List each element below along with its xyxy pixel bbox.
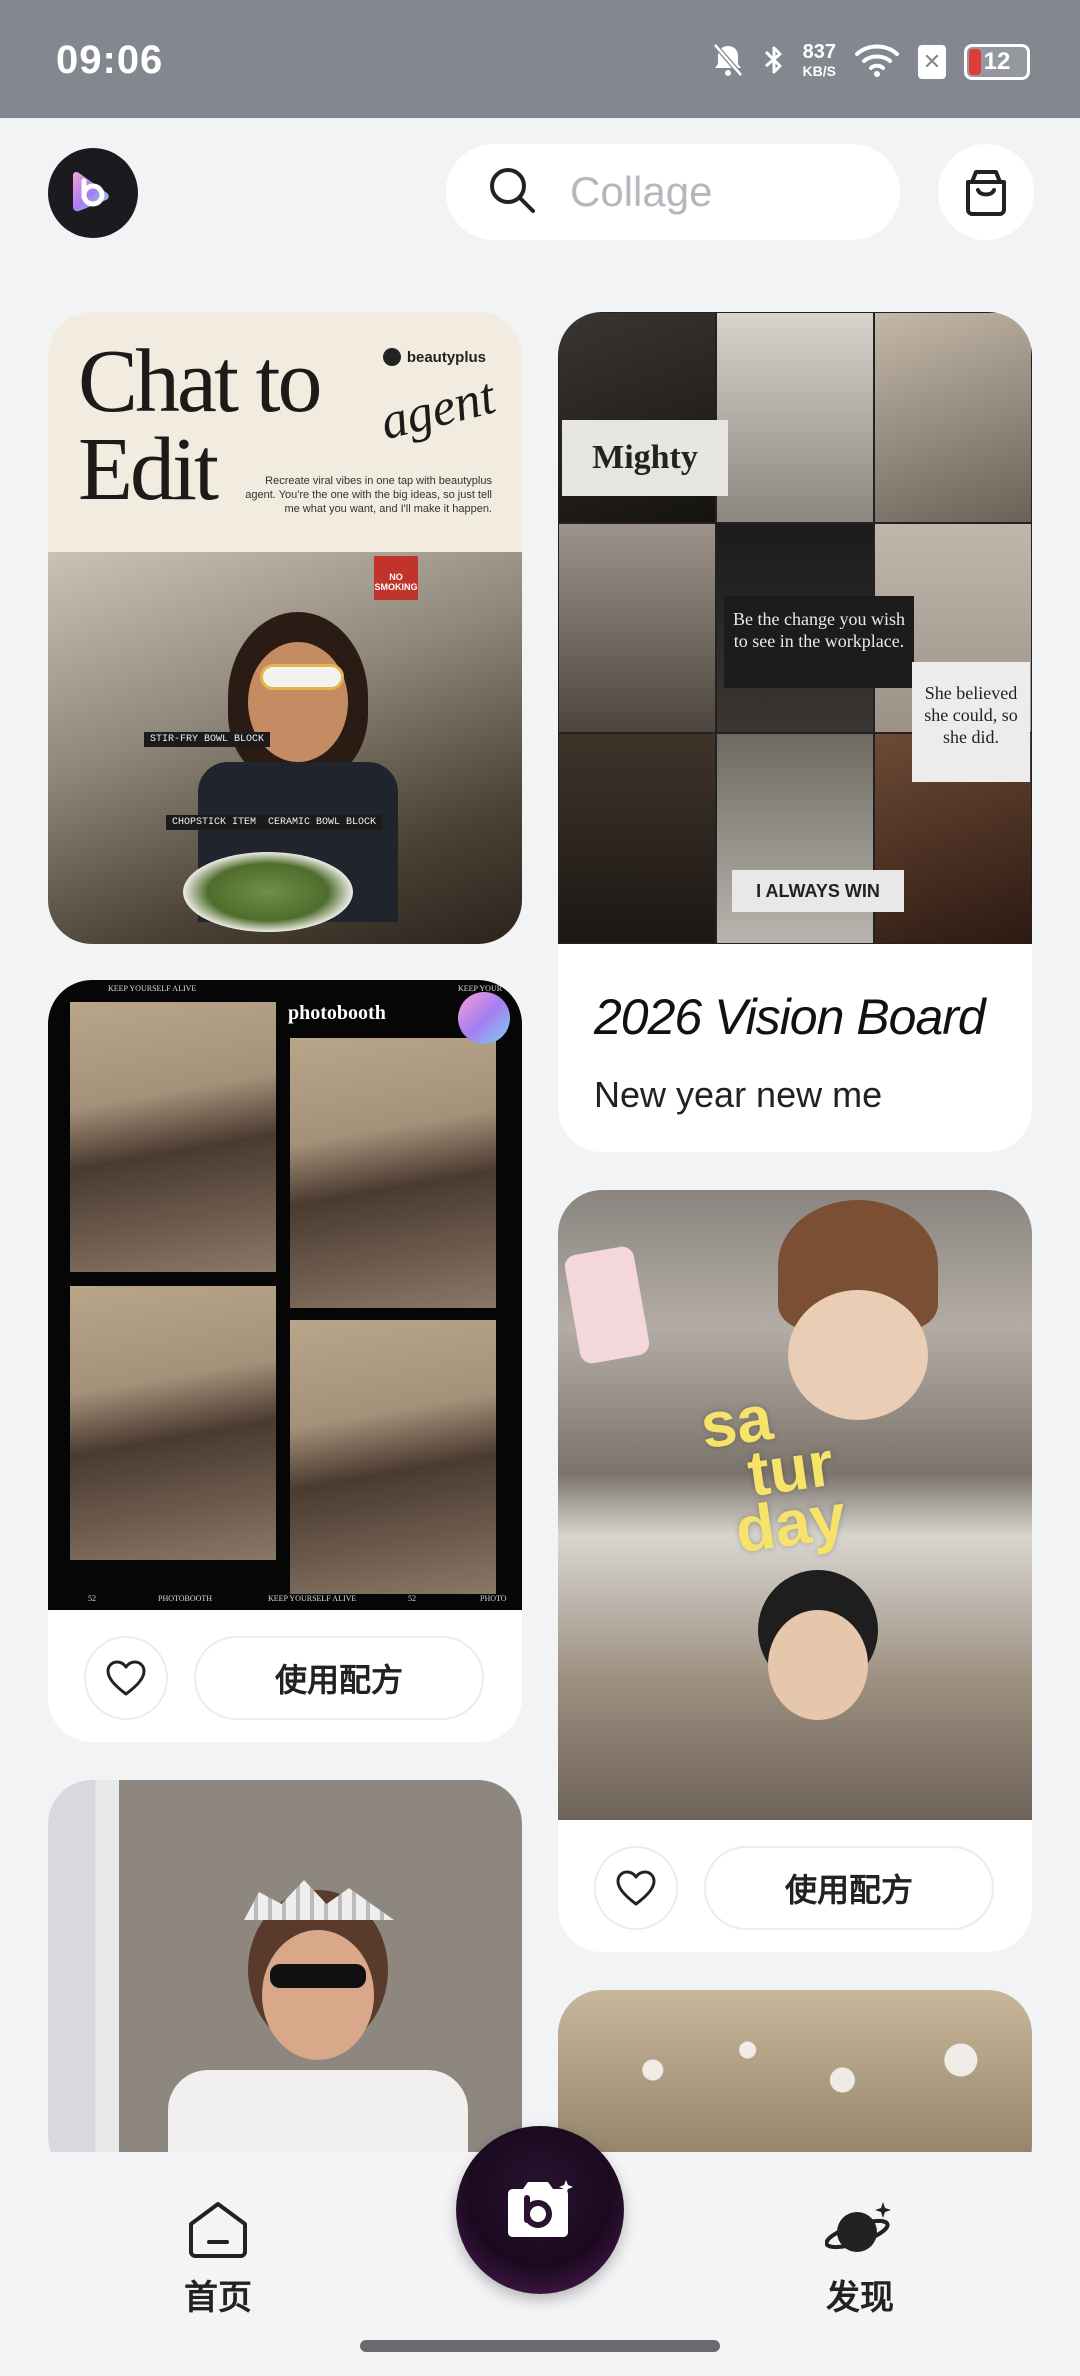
- battery-icon: 12: [964, 44, 1030, 80]
- photo-tag: CHOPSTICK ITEM: [166, 815, 263, 830]
- nav-discover[interactable]: 发现: [800, 2198, 920, 2319]
- camera-fab-button[interactable]: [456, 2126, 624, 2294]
- card-title: 2026 Vision Board: [594, 989, 986, 1045]
- bowl-graphic: [183, 852, 353, 932]
- shopping-bag-icon[interactable]: [938, 144, 1034, 240]
- search-input[interactable]: Collage: [570, 168, 712, 216]
- like-button[interactable]: [594, 1846, 678, 1930]
- no-sim-icon: ✕: [918, 45, 946, 79]
- photo-tag: CERAMIC BOWL BLOCK: [262, 815, 383, 830]
- feed-card-chat-to-edit[interactable]: Chat to Edit beautyplus agent Recreate v…: [48, 312, 522, 944]
- collage-quote: She believed she could, so she did.: [912, 662, 1030, 782]
- saturday-image: sa tur day: [558, 1190, 1032, 1820]
- wifi-icon: [854, 42, 900, 83]
- home-icon: [189, 2202, 247, 2258]
- photobooth-image: KEEP YOURSELF ALIVE KEEP YOUR photobooth…: [48, 980, 522, 1610]
- feed-card-vision-board[interactable]: Mighty Be the change you wish to see in …: [558, 312, 1032, 1152]
- card-photo: NO SMOKING: [48, 552, 522, 944]
- collage-quote: Be the change you wish to see in the wor…: [724, 596, 914, 688]
- network-speed: 837 KB/S: [802, 41, 836, 79]
- card-subtitle: New year new me: [594, 1074, 883, 1115]
- card-actions: 使用配方: [594, 1846, 994, 1930]
- nav-home-label: 首页: [184, 2279, 252, 2317]
- feed-card-partial[interactable]: [48, 1780, 522, 2180]
- camera-icon: [508, 2180, 573, 2237]
- brand-label: beautyplus: [382, 348, 486, 366]
- use-recipe-button[interactable]: 使用配方: [704, 1846, 994, 1930]
- collage-quote: I ALWAYS WIN: [732, 870, 904, 912]
- photo-tag: STIR-FRY BOWL BLOCK: [144, 732, 271, 747]
- status-time: 09:06: [56, 38, 164, 82]
- mute-icon: [711, 42, 745, 83]
- app-logo-icon[interactable]: [48, 148, 138, 238]
- planet-icon: [825, 2202, 891, 2252]
- card-description: Recreate viral vibes in one tap with bea…: [245, 475, 492, 515]
- card-actions: 使用配方: [84, 1636, 484, 1720]
- status-icons: 837 KB/S ✕ 12: [711, 38, 1030, 86]
- photobooth-label: photobooth: [288, 1002, 386, 1024]
- card-banner: Chat to Edit beautyplus agent Recreate v…: [48, 312, 522, 552]
- like-button[interactable]: [84, 1636, 168, 1720]
- status-bar: 09:06 837 KB/S ✕ 12: [0, 0, 1080, 118]
- app-badge-icon: [458, 992, 510, 1044]
- use-recipe-button[interactable]: 使用配方: [194, 1636, 484, 1720]
- nav-discover-label: 发现: [826, 2279, 894, 2317]
- search-icon: [486, 164, 538, 221]
- search-bar[interactable]: Collage: [446, 144, 900, 240]
- sign-label: NO SMOKING: [374, 556, 418, 600]
- home-indicator: [360, 2340, 720, 2352]
- accent-text: agent: [375, 367, 502, 452]
- card-photo: [48, 1780, 522, 2180]
- feed-card-photobooth[interactable]: KEEP YOURSELF ALIVE KEEP YOUR photobooth…: [48, 980, 522, 1742]
- nav-home[interactable]: 首页: [158, 2198, 278, 2319]
- collage-label: Mighty: [562, 420, 728, 496]
- feed-card-saturday[interactable]: sa tur day 使用配方: [558, 1190, 1032, 1952]
- heart-icon: [616, 1870, 656, 1906]
- heart-icon: [106, 1660, 146, 1696]
- bluetooth-icon: [763, 42, 785, 83]
- saturday-sticker: sa tur day: [696, 1381, 851, 1567]
- brand-logo-icon: [382, 348, 401, 366]
